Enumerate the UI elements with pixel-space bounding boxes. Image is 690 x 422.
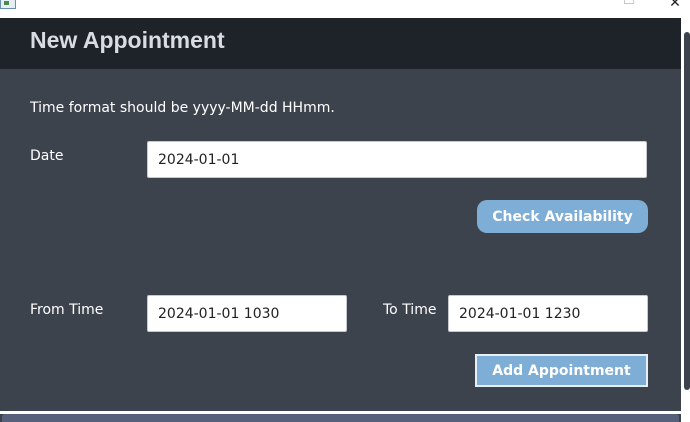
- header-bar: New Appointment: [0, 18, 681, 69]
- time-format-hint: Time format should be yyyy-MM-dd HHmm.: [30, 100, 335, 116]
- minimize-button[interactable]: [560, 0, 606, 14]
- from-time-input[interactable]: [147, 295, 347, 332]
- date-label: Date: [30, 148, 64, 164]
- page-title: New Appointment: [30, 27, 225, 53]
- scrollbar-thumb[interactable]: [684, 32, 690, 390]
- close-button[interactable]: ✕: [652, 0, 690, 14]
- date-input[interactable]: [147, 141, 647, 178]
- bottom-panel: [2, 414, 679, 422]
- add-appointment-button[interactable]: Add Appointment: [475, 354, 648, 387]
- maximize-icon: [624, 0, 634, 4]
- close-icon: ✕: [669, 0, 681, 11]
- window-titlebar: ✕: [0, 0, 690, 18]
- maximize-button[interactable]: [606, 0, 652, 14]
- check-availability-button[interactable]: Check Availability: [477, 200, 648, 233]
- from-time-label: From Time: [30, 302, 104, 318]
- to-time-input[interactable]: [448, 295, 648, 332]
- to-time-label: To Time: [383, 302, 437, 318]
- app-icon: [0, 0, 16, 9]
